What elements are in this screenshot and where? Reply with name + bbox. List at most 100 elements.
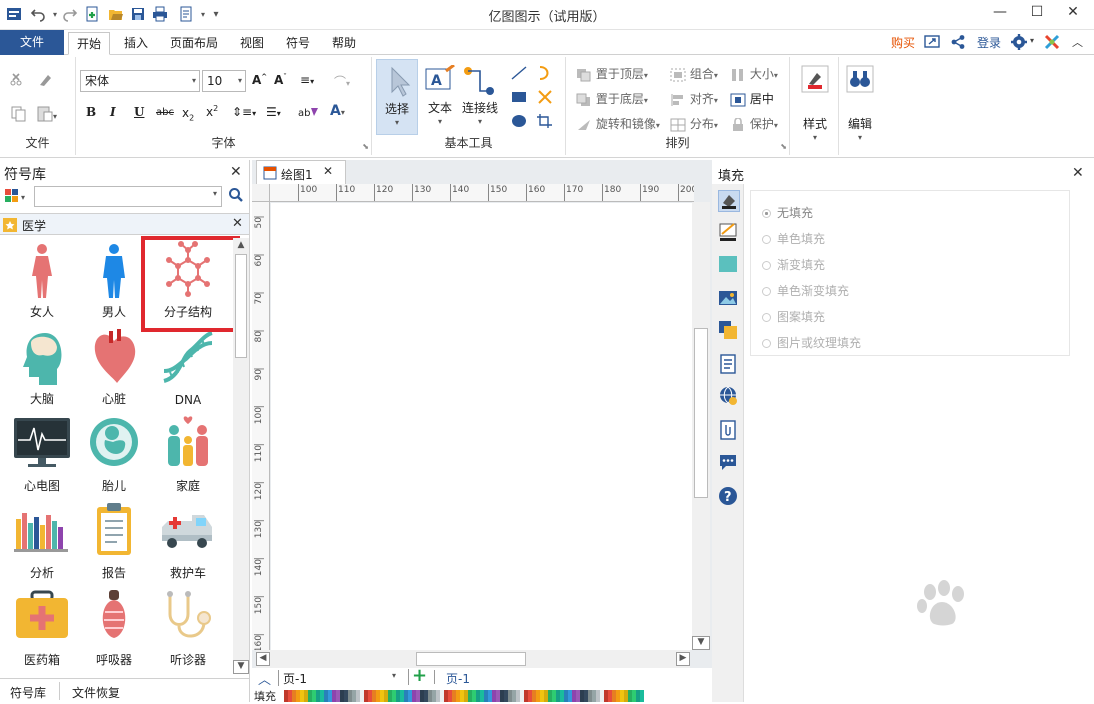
edit-button[interactable]: 编辑 ▾ xyxy=(843,63,877,149)
edraw-logo-icon[interactable] xyxy=(1044,34,1060,53)
symbol-report[interactable]: 报告 xyxy=(72,497,156,583)
arrange-dialog-launcher-icon[interactable]: ⬊ xyxy=(780,142,787,151)
color-swatches[interactable] xyxy=(284,690,644,702)
tab-view[interactable]: 视图 xyxy=(236,32,268,55)
symbol-fetus[interactable]: 胎儿 xyxy=(72,410,156,496)
help-tab-icon[interactable]: ? xyxy=(718,486,740,508)
clear-format-icon[interactable] xyxy=(36,71,54,92)
scroll-down-arrow-icon[interactable]: ▼ xyxy=(692,636,710,650)
text-highlight-button[interactable]: ab xyxy=(298,105,320,122)
symbol-heart[interactable]: 心脏 xyxy=(72,323,156,409)
search-icon[interactable] xyxy=(228,187,244,206)
tab-file[interactable]: 文件 xyxy=(0,30,64,55)
scroll-left-arrow-icon[interactable]: ◀ xyxy=(256,652,270,666)
scroll-right-arrow-icon[interactable]: ▶ xyxy=(676,652,690,666)
share-icon[interactable] xyxy=(950,34,966,53)
maximize-button[interactable]: ☐ xyxy=(1022,2,1052,24)
fill-option-pattern[interactable]: 图案填充 xyxy=(762,308,825,325)
library-close-icon[interactable]: ✕ xyxy=(230,164,242,180)
image-tab-icon[interactable] xyxy=(718,288,740,310)
ellipse-tool-icon[interactable] xyxy=(510,113,528,132)
close-window-button[interactable]: ✕ xyxy=(1058,2,1088,24)
share-screen-icon[interactable] xyxy=(924,34,940,53)
color-swatch[interactable] xyxy=(640,690,644,702)
fill-option-single-gradient[interactable]: 单色渐变填充 xyxy=(762,282,849,299)
fill-panel-close-icon[interactable]: ✕ xyxy=(1072,165,1084,181)
bring-to-front-button[interactable]: 置于顶层▾ xyxy=(576,65,648,82)
tab-symbol[interactable]: 符号 xyxy=(282,32,314,55)
line-tool-icon[interactable] xyxy=(510,65,528,84)
rectangle-tool-icon[interactable] xyxy=(510,89,528,108)
canvas-hscroll-thumb[interactable] xyxy=(416,652,526,666)
tab-help[interactable]: 帮助 xyxy=(328,32,360,55)
library-scrollbar[interactable]: ▲ ▼ xyxy=(233,238,249,674)
drawing-page[interactable] xyxy=(271,203,692,650)
font-name-select[interactable]: 宋体 ▾ xyxy=(80,70,200,92)
cross-tool-icon[interactable] xyxy=(536,89,554,108)
symbol-dna[interactable]: DNA xyxy=(146,323,230,409)
tab-page-layout[interactable]: 页面布局 xyxy=(166,32,222,55)
login-link[interactable]: 登录 xyxy=(974,32,1004,55)
crop-tool-icon[interactable] xyxy=(536,113,554,132)
fill-tab-icon[interactable] xyxy=(718,190,740,212)
format-painter-icon[interactable] xyxy=(10,71,28,92)
protect-button[interactable]: 保护▾ xyxy=(730,115,778,132)
group-button[interactable]: 组合▾ xyxy=(670,65,718,82)
subscript-button[interactable]: x2 xyxy=(182,106,194,122)
font-color-button[interactable]: A▾ xyxy=(330,103,345,119)
hyperlink-tab-icon[interactable] xyxy=(718,386,740,408)
page-select[interactable]: 页-1 ▾ xyxy=(278,670,398,686)
tab-insert[interactable]: 插入 xyxy=(120,32,152,55)
comment-tab-icon[interactable] xyxy=(718,452,740,474)
buy-link[interactable]: 购买 xyxy=(888,32,918,55)
library-menu-icon[interactable]: ▾ xyxy=(4,188,30,207)
canvas-vertical-scrollbar[interactable]: ▼ xyxy=(692,202,710,650)
strikethrough-button[interactable]: abc xyxy=(156,107,174,118)
settings-gear-icon[interactable] xyxy=(1010,33,1028,54)
tab-home[interactable]: 开始 xyxy=(68,32,110,55)
tab-file-recovery[interactable]: 文件恢复 xyxy=(72,684,120,701)
grow-font-button[interactable]: A^ xyxy=(252,73,267,87)
page-tab[interactable]: 页-1 xyxy=(446,670,470,687)
fill-option-gradient[interactable]: 渐变填充 xyxy=(762,256,825,273)
settings-dropdown-icon[interactable]: ▾ xyxy=(1030,36,1034,45)
symbol-ambulance[interactable]: 救护车 xyxy=(146,497,230,583)
bullets-button[interactable]: ☰▾ xyxy=(266,105,281,119)
paste-icon[interactable]: ▾ xyxy=(36,105,58,126)
curve-tool-icon[interactable] xyxy=(536,65,554,84)
line-tab-icon[interactable] xyxy=(718,222,740,244)
attachment-tab-icon[interactable] xyxy=(718,420,740,442)
layer-tab-icon[interactable] xyxy=(718,320,740,342)
size-button[interactable]: 大小▾ xyxy=(730,65,778,82)
document-tab-icon[interactable] xyxy=(718,354,740,376)
symbol-family[interactable]: 家庭 xyxy=(146,410,230,496)
bold-button[interactable]: B xyxy=(86,105,96,119)
select-tool-button[interactable]: 选择 ▾ xyxy=(376,59,418,135)
symbol-stethoscope[interactable]: 听诊器 xyxy=(146,584,230,670)
align-button[interactable]: 对齐▾ xyxy=(670,90,718,107)
underline-button[interactable]: U xyxy=(134,105,144,119)
fill-option-none[interactable]: 无填充 xyxy=(762,204,813,221)
symbol-respirator[interactable]: 呼吸器 xyxy=(72,584,156,670)
canvas-horizontal-scrollbar[interactable]: ◀ ▶ xyxy=(256,650,690,668)
page-up-icon[interactable]: ︿ xyxy=(258,669,271,688)
shadow-tab-icon[interactable] xyxy=(718,254,740,276)
send-to-back-button[interactable]: 置于底层▾ xyxy=(576,90,648,107)
collapse-ribbon-icon[interactable]: ︿ xyxy=(1072,34,1083,50)
superscript-button[interactable]: x2 xyxy=(206,104,218,119)
tab-symbol-library[interactable]: 符号库 xyxy=(10,684,46,701)
rotate-mirror-button[interactable]: 旋转和镜像▾ xyxy=(576,115,660,132)
library-scrollbar-thumb[interactable] xyxy=(235,254,247,358)
category-close-icon[interactable]: ✕ xyxy=(232,216,243,231)
text-tool-button[interactable]: A 文本 ▾ xyxy=(420,59,460,135)
library-search-input[interactable]: ▾ xyxy=(34,186,222,207)
paragraph-align-button[interactable]: ≡▾ xyxy=(300,73,314,87)
fill-option-solid[interactable]: 单色填充 xyxy=(762,230,825,247)
category-header[interactable]: 医学 ✕ xyxy=(0,213,249,235)
canvas-vscroll-thumb[interactable] xyxy=(694,328,708,498)
style-button[interactable]: 样式 ▾ xyxy=(798,63,832,149)
distribute-button[interactable]: 分布▾ xyxy=(670,115,718,132)
add-page-icon[interactable]: + xyxy=(412,665,427,686)
line-style-button[interactable]: ⌒▾ xyxy=(334,73,350,90)
shrink-font-button[interactable]: Aˇ xyxy=(274,73,287,87)
